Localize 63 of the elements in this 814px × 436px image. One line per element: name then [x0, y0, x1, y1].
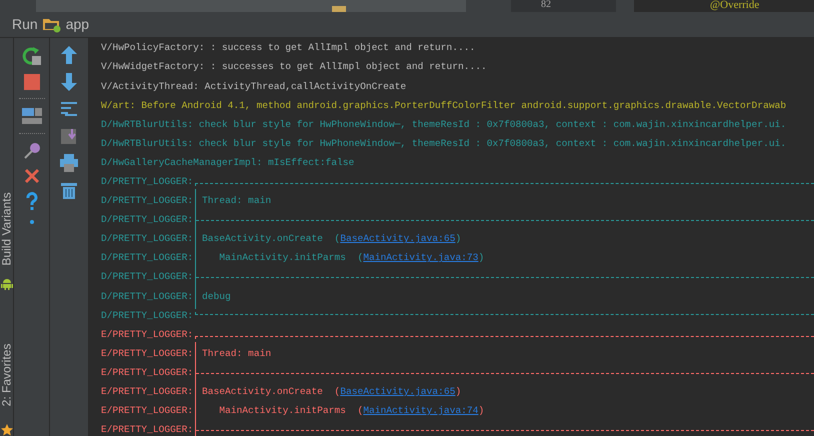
log-tag: D/PRETTY_LOGGER:	[101, 308, 195, 324]
pin-icon[interactable]	[22, 142, 40, 160]
stop-icon[interactable]	[24, 74, 40, 90]
rerun-icon[interactable]	[22, 46, 42, 66]
log-line: D/HwRTBlurUtils: check blur style for HwPhoneWindow─, themeResId : 0x7f0800a3, context : com.wajin.xinxincardhelper.ui.	[101, 136, 786, 151]
paren: (	[357, 404, 364, 418]
log-message: MainActivity.initParms	[218, 251, 347, 266]
log-line: D/HwGalleryCacheManagerImpl: mIsEffect:false	[101, 156, 354, 170]
source-link[interactable]: MainActivity.java:73	[363, 251, 478, 266]
log-tag: E/PRETTY_LOGGER:	[101, 385, 195, 400]
log-tag: D/PRETTY_LOGGER:	[101, 194, 195, 208]
paren: )	[455, 232, 462, 246]
line-number: 82	[511, 0, 616, 12]
file-icon	[332, 6, 346, 12]
log-line: V/HwWidgetFactory: : successes to get AllImpl object and return....	[101, 60, 487, 74]
source-link[interactable]: BaseActivity.java:65	[340, 232, 456, 247]
log-tag: D/PRETTY_LOGGER:	[101, 270, 195, 285]
star-icon	[0, 424, 12, 436]
paren: (	[334, 232, 340, 246]
log-tag: E/PRETTY_LOGGER:	[101, 328, 195, 342]
close-icon[interactable]	[24, 168, 40, 184]
log-message: Thread: main	[202, 346, 272, 361]
log-line: V/ActivityThread: ActivityThread,callActivityOnCreate	[101, 80, 406, 94]
log-tag: D/PRETTY_LOGGER:	[101, 290, 195, 304]
log-line: W/art: Before Android 4.1, method android.graphics.PorterDuffColorFilter android.support.graphics.drawable.VectorDrawab	[101, 98, 786, 113]
log-message: BaseActivity.onCreate	[202, 232, 324, 246]
side-tab[interactable]: Build Variants	[0, 192, 16, 266]
paren: (	[357, 251, 364, 266]
source-link[interactable]: BaseActivity.java:65	[340, 385, 456, 400]
code-text: @Override	[634, 0, 814, 12]
paren: )	[478, 404, 484, 418]
help-icon[interactable]	[24, 192, 38, 212]
log-message: MainActivity.initParms	[218, 404, 347, 418]
indicator-dot-icon	[30, 220, 34, 224]
paren: )	[455, 385, 462, 400]
log-message: debug	[202, 290, 231, 304]
log-line: V/HwPolicyFactory: : success to get AllImpl object and return....	[101, 41, 476, 56]
up-arrow-icon[interactable]	[61, 46, 77, 64]
source-link[interactable]: MainActivity.java:74	[363, 404, 478, 419]
android-icon	[0, 278, 12, 290]
log-tag: E/PRETTY_LOGGER:	[101, 404, 195, 419]
side-tab[interactable]: 2: Favorites	[0, 344, 16, 406]
log-tag: E/PRETTY_LOGGER:	[101, 346, 195, 362]
log-line: D/HwRTBlurUtils: check blur style for HwPhoneWindow─, themeResId : 0x7f0800a3, context : com.wajin.xinxincardhelper.ui.	[101, 118, 786, 132]
paren: )	[478, 251, 484, 266]
trash-icon[interactable]	[61, 181, 77, 199]
soft-wrap-icon[interactable]	[60, 100, 78, 118]
printer-icon[interactable]	[60, 154, 78, 172]
log-tag: E/PRETTY_LOGGER:	[101, 366, 195, 380]
log-tag: D/PRETTY_LOGGER:	[101, 251, 195, 266]
panel-title: Run	[12, 15, 38, 34]
down-arrow-icon[interactable]	[61, 73, 77, 91]
run-config-name[interactable]: app	[66, 14, 90, 35]
folder-android-icon	[42, 16, 62, 32]
layout-icon[interactable]	[22, 107, 42, 125]
scroll-to-end-icon[interactable]	[60, 127, 78, 145]
log-tag: E/PRETTY_LOGGER:	[101, 423, 195, 436]
log-message: BaseActivity.onCreate	[202, 385, 324, 400]
log-tag: D/PRETTY_LOGGER:	[101, 232, 195, 247]
log-tag: D/PRETTY_LOGGER:	[101, 175, 195, 190]
paren: (	[334, 385, 340, 400]
log-tag: D/PRETTY_LOGGER:	[101, 213, 195, 228]
log-message: Thread: main	[202, 194, 272, 208]
